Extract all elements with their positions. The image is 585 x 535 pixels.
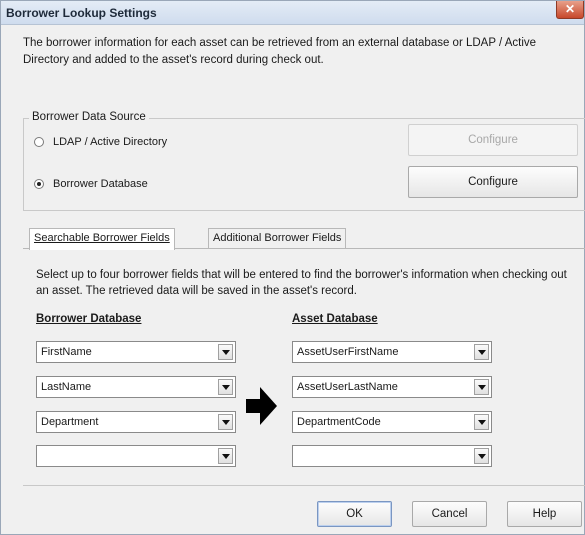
asset-field-select-2[interactable]: AssetUserLastName (292, 376, 492, 398)
ldap-configure-button[interactable]: Configure (408, 124, 578, 156)
right-arrow-icon (246, 387, 277, 425)
cancel-button[interactable]: Cancel (412, 501, 487, 527)
borrower-database-header: Borrower Database (36, 313, 142, 325)
ldap-radio-label: LDAP / Active Directory (53, 136, 168, 148)
borrower-database-radio[interactable] (34, 179, 44, 189)
close-button[interactable]: ✕ (556, 1, 584, 19)
chevron-down-icon[interactable] (474, 414, 489, 430)
asset-field-value-3: DepartmentCode (297, 416, 381, 428)
dialog-title: Borrower Lookup Settings (6, 6, 157, 20)
chevron-down-icon[interactable] (218, 448, 233, 464)
tab-searchable-borrower-fields[interactable]: Searchable Borrower Fields (29, 228, 175, 250)
ldap-radio[interactable] (34, 137, 44, 147)
borrower-database-radio-label: Borrower Database (53, 178, 148, 190)
borrower-field-select-3[interactable]: Department (36, 411, 236, 433)
asset-field-value-1: AssetUserFirstName (297, 346, 399, 358)
borrower-database-configure-button[interactable]: Configure (408, 166, 578, 198)
ldap-radio-option[interactable]: LDAP / Active Directory (34, 136, 167, 148)
chevron-down-icon[interactable] (218, 344, 233, 360)
asset-field-select-3[interactable]: DepartmentCode (292, 411, 492, 433)
borrower-field-select-1[interactable]: FirstName (36, 341, 236, 363)
borrower-data-source-group: Borrower Data Source LDAP / Active Direc… (23, 111, 585, 211)
dialog-window: Borrower Lookup Settings ✕ The borrower … (0, 0, 585, 535)
chevron-down-icon[interactable] (218, 379, 233, 395)
close-icon: ✕ (564, 2, 576, 16)
borrower-field-select-2[interactable]: LastName (36, 376, 236, 398)
chevron-down-icon[interactable] (474, 379, 489, 395)
footer-divider (23, 485, 585, 486)
chevron-down-icon[interactable] (474, 344, 489, 360)
borrower-field-select-4[interactable] (36, 445, 236, 467)
tab-description: Select up to four borrower fields that w… (36, 269, 567, 297)
borrower-field-value-2: LastName (41, 381, 92, 393)
tab-additional-borrower-fields[interactable]: Additional Borrower Fields (208, 228, 347, 249)
ok-button[interactable]: OK (317, 501, 392, 527)
asset-field-select-4[interactable] (292, 445, 492, 467)
chevron-down-icon[interactable] (474, 448, 489, 464)
borrower-database-radio-option[interactable]: Borrower Database (34, 178, 148, 190)
group-label: Borrower Data Source (29, 111, 149, 123)
borrower-field-value-3: Department (41, 416, 99, 428)
chevron-down-icon[interactable] (218, 414, 233, 430)
asset-database-header: Asset Database (292, 313, 378, 325)
dialog-description: The borrower information for each asset … (23, 37, 537, 66)
borrower-field-value-1: FirstName (41, 346, 92, 358)
asset-field-value-2: AssetUserLastName (297, 381, 398, 393)
asset-field-select-1[interactable]: AssetUserFirstName (292, 341, 492, 363)
help-button[interactable]: Help (507, 501, 582, 527)
title-bar: Borrower Lookup Settings ✕ (1, 1, 584, 25)
